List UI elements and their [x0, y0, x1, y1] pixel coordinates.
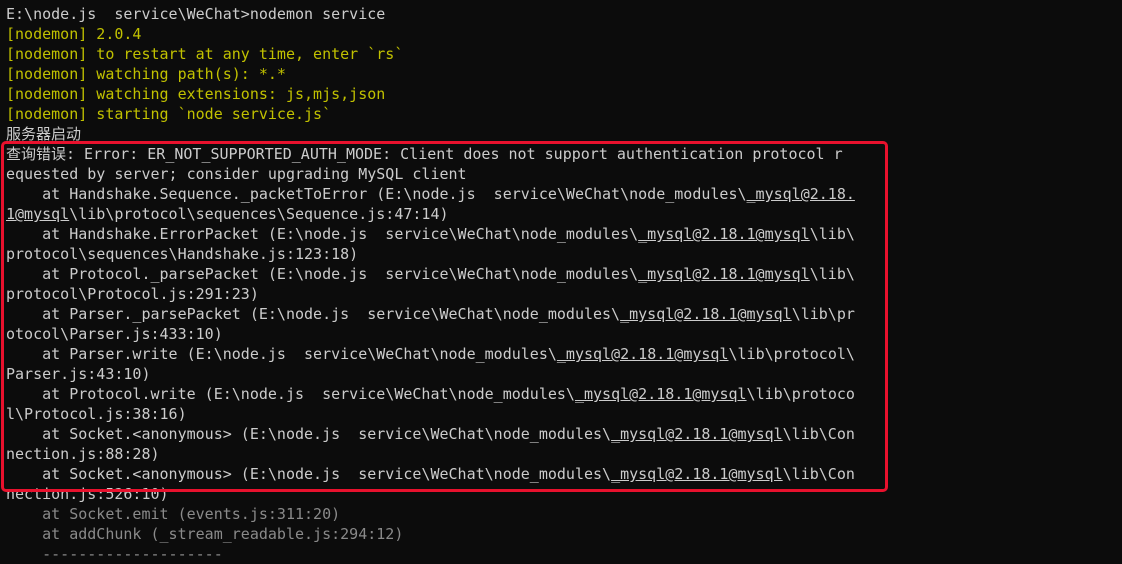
module-path-segment: _mysql@2.18.	[746, 185, 855, 203]
line-text: \lib\protocol\	[728, 345, 855, 363]
line-text: 服务器启动	[6, 125, 82, 143]
line-text: at Handshake.Sequence._packetToError (E:…	[6, 185, 747, 203]
module-path-segment: _mysql@2.18.1@mysql	[638, 225, 810, 243]
line-text: at Socket.<anonymous> (E:\node.js servic…	[6, 425, 612, 443]
module-path-segment: _mysql@2.18.1@mysql	[556, 345, 729, 363]
terminal-line: 服务器启动	[6, 124, 1116, 144]
terminal-line: at Protocol._parsePacket (E:\node.js ser…	[6, 264, 1116, 284]
module-path-segment: _mysql@2.18.1@mysql	[620, 305, 792, 323]
module-path-segment: _mysql@2.18.1@mysql	[638, 265, 810, 283]
line-text: \lib\Con	[782, 425, 855, 443]
line-text: [nodemon] watching extensions: js,mjs,js…	[6, 85, 386, 103]
line-text: at Handshake.ErrorPacket (E:\node.js ser…	[6, 225, 639, 243]
module-path-segment: 1@mysql	[6, 205, 70, 223]
line-text: [nodemon] watching path(s): *.*	[6, 65, 286, 83]
module-path-segment: _mysql@2.18.1@mysql	[611, 425, 783, 443]
terminal-line: at Handshake.ErrorPacket (E:\node.js ser…	[6, 224, 1116, 244]
line-text: \lib\pr	[791, 305, 855, 323]
terminal-line: at Socket.emit (events.js:311:20)	[6, 504, 1116, 524]
terminal-line: Parser.js:43:10)	[6, 364, 1116, 384]
line-text: otocol\Parser.js:433:10)	[6, 325, 223, 343]
line-text: Parser.js:43:10)	[6, 365, 151, 383]
line-text: protocol\sequences\Handshake.js:123:18)	[6, 245, 359, 263]
terminal-output[interactable]: E:\node.js service\WeChat>nodemon servic…	[6, 4, 1116, 564]
line-text: nection.js:526:10)	[6, 485, 169, 503]
terminal-line: at addChunk (_stream_readable.js:294:12)	[6, 524, 1116, 544]
line-text: at Protocol.write (E:\node.js service\We…	[6, 385, 575, 403]
terminal-line: at Parser._parsePacket (E:\node.js servi…	[6, 304, 1116, 324]
terminal-line: E:\node.js service\WeChat>nodemon servic…	[6, 4, 1116, 24]
terminal-line: nection.js:88:28)	[6, 444, 1116, 464]
terminal-line: [nodemon] watching extensions: js,mjs,js…	[6, 84, 1116, 104]
terminal-line: [nodemon] watching path(s): *.*	[6, 64, 1116, 84]
terminal-line: equested by server; consider upgrading M…	[6, 164, 1116, 184]
line-text: \lib\Con	[782, 465, 855, 483]
line-text: --------------------	[6, 545, 223, 563]
line-text: protocol\Protocol.js:291:23)	[6, 285, 259, 303]
terminal-line: [nodemon] to restart at any time, enter …	[6, 44, 1116, 64]
line-text: \lib\protoco	[746, 385, 855, 403]
line-text: \lib\protocol\sequences\Sequence.js:47:1…	[69, 205, 449, 223]
line-text: [nodemon] to restart at any time, enter …	[6, 45, 404, 63]
line-text: at Socket.<anonymous> (E:\node.js servic…	[6, 465, 612, 483]
terminal-line: nection.js:526:10)	[6, 484, 1116, 504]
terminal-line: at Parser.write (E:\node.js service\WeCh…	[6, 344, 1116, 364]
line-text: nection.js:88:28)	[6, 445, 160, 463]
line-text: l\Protocol.js:38:16)	[6, 405, 187, 423]
line-text: \lib\	[809, 225, 855, 243]
terminal-line: l\Protocol.js:38:16)	[6, 404, 1116, 424]
line-text: \lib\	[809, 265, 855, 283]
module-path-segment: _mysql@2.18.1@mysql	[611, 465, 783, 483]
line-text: at addChunk (_stream_readable.js:294:12)	[6, 525, 404, 543]
terminal-line: at Handshake.Sequence._packetToError (E:…	[6, 184, 1116, 204]
line-text: equested by server; consider upgrading M…	[6, 165, 467, 183]
terminal-line: 查询错误: Error: ER_NOT_SUPPORTED_AUTH_MODE:…	[6, 144, 1116, 164]
line-text: [nodemon] 2.0.4	[6, 25, 142, 43]
line-text: at Socket.emit (events.js:311:20)	[6, 505, 341, 523]
terminal-line: [nodemon] starting `node service.js`	[6, 104, 1116, 124]
terminal-line: otocol\Parser.js:433:10)	[6, 324, 1116, 344]
terminal-line: at Protocol.write (E:\node.js service\We…	[6, 384, 1116, 404]
terminal-line: [nodemon] 2.0.4	[6, 24, 1116, 44]
line-text: at Protocol._parsePacket (E:\node.js ser…	[6, 265, 639, 283]
terminal-line: protocol\sequences\Handshake.js:123:18)	[6, 244, 1116, 264]
line-text: at Parser._parsePacket (E:\node.js servi…	[6, 305, 621, 323]
terminal-line: protocol\Protocol.js:291:23)	[6, 284, 1116, 304]
line-text: at Parser.write (E:\node.js service\WeCh…	[6, 345, 557, 363]
line-text: 查询错误: Error: ER_NOT_SUPPORTED_AUTH_MODE:…	[6, 145, 843, 163]
module-path-segment: _mysql@2.18.1@mysql	[574, 385, 747, 403]
terminal-line: 1@mysql\lib\protocol\sequences\Sequence.…	[6, 204, 1116, 224]
line-text: [nodemon] starting `node service.js`	[6, 105, 332, 123]
terminal-line: --------------------	[6, 544, 1116, 564]
terminal-line: at Socket.<anonymous> (E:\node.js servic…	[6, 424, 1116, 444]
line-text: E:\node.js service\WeChat>nodemon servic…	[6, 5, 386, 23]
terminal-line: at Socket.<anonymous> (E:\node.js servic…	[6, 464, 1116, 484]
